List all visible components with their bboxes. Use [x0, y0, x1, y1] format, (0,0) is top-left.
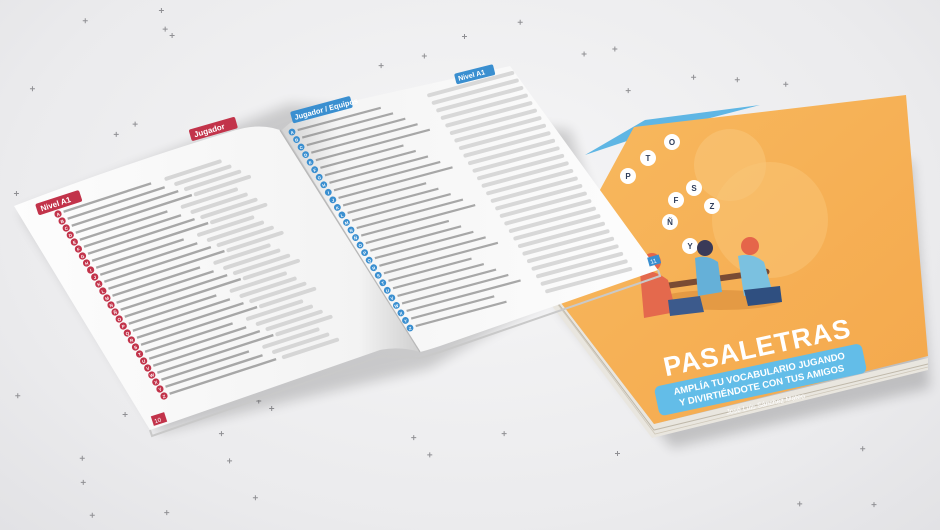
- letter-tile-label: P: [625, 172, 631, 181]
- product-photo: PTOFÑSZY PASALETRAS AMPLÍA TU VOCABULARI…: [0, 0, 940, 530]
- letter-tile-label: Ñ: [667, 218, 673, 227]
- letter-tile-label: Y: [687, 242, 693, 251]
- letter-tile-label: Z: [710, 202, 715, 211]
- letter-tile-label: F: [674, 196, 679, 205]
- book-mockup-illustration: PTOFÑSZY PASALETRAS AMPLÍA TU VOCABULARI…: [13, 7, 930, 518]
- letter-tile-label: S: [691, 184, 697, 193]
- letter-tile-label: T: [646, 154, 651, 163]
- letter-tile-label: O: [669, 138, 675, 147]
